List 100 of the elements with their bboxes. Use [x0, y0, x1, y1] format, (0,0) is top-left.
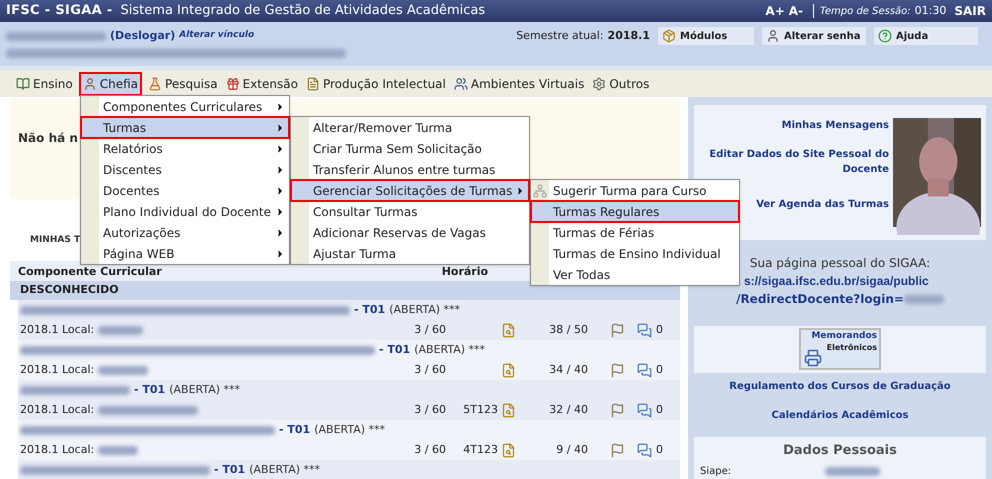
- semester-value: 2018.1: [608, 28, 650, 44]
- sitemap-icon: [533, 184, 547, 198]
- toolbar-button[interactable]: Ajuda: [874, 27, 978, 45]
- class-status: (ABERTA) ***: [414, 342, 486, 358]
- class-status: (ABERTA) ***: [249, 462, 320, 478]
- toolbar-button[interactable]: Alterar senha: [762, 27, 866, 45]
- menu-item[interactable]: Gerenciar Solicitações de Turmas: [291, 180, 529, 201]
- logout-link[interactable]: (Deslogar): [110, 28, 176, 44]
- people-icon: [454, 77, 468, 91]
- semester-label: Semestre atual:: [516, 28, 604, 44]
- messages-icon[interactable]: [637, 362, 652, 378]
- class-status: (ABERTA) ***: [169, 382, 240, 398]
- font-decrease-button[interactable]: A-: [788, 2, 804, 20]
- class-code-link[interactable]: - T01: [279, 422, 310, 438]
- edit-site-link[interactable]: Editar Dados do Site Pessoal do Docente: [699, 147, 889, 177]
- redacted-text: [904, 294, 944, 304]
- menu-bar-item[interactable]: Chefia: [78, 72, 142, 96]
- flag-icon[interactable]: [610, 402, 625, 418]
- schedule-cell-text: 4T123: [463, 442, 498, 458]
- menu-bar-item[interactable]: Extensão: [224, 72, 300, 96]
- menu-item[interactable]: Discentes: [81, 159, 289, 180]
- messages-icon[interactable]: [637, 322, 652, 338]
- group-header: DESCONHECIDO: [10, 281, 680, 300]
- menu-item[interactable]: Turmas de Ensino Individual: [531, 243, 739, 264]
- flag-icon[interactable]: [610, 322, 625, 338]
- class-period: 2018.1 Local:: [20, 322, 94, 338]
- page-url-link[interactable]: s://sigaa.ifsc.edu.br/sigaa/public: [744, 272, 929, 290]
- section-title: MINHAS T: [30, 234, 80, 246]
- workload-cell-text: 3 / 60: [413, 402, 446, 418]
- menu-item[interactable]: Ajustar Turma: [291, 243, 529, 264]
- menu-item[interactable]: Componentes Curriculares: [81, 96, 289, 117]
- menu-item[interactable]: Adicionar Reservas de Vagas: [291, 222, 529, 243]
- menu-item[interactable]: Docentes: [81, 180, 289, 201]
- notice-text: Não há n: [18, 130, 78, 147]
- page-label: Sua página pessoal do SIGAA:: [750, 255, 930, 272]
- menu-bar-item[interactable]: Pesquisa: [146, 72, 220, 96]
- schedule-icon[interactable]: [501, 362, 516, 378]
- schedule-icon[interactable]: [501, 322, 516, 338]
- calendars-link[interactable]: Calendários Acadêmicos: [772, 408, 908, 422]
- seats-cell-text: 34 / 40: [548, 362, 588, 378]
- class-status: (ABERTA) ***: [314, 422, 386, 438]
- messages-count: 0: [656, 362, 664, 378]
- page-url-link[interactable]: /RedirectDocente?login=: [736, 290, 904, 308]
- personal-data-title: Dados Pessoais: [782, 442, 898, 460]
- session-time: 01:30: [914, 2, 946, 19]
- menu-item[interactable]: Consultar Turmas: [291, 201, 529, 222]
- redacted-text: [98, 326, 144, 334]
- menu-item[interactable]: Relatórios: [81, 138, 289, 159]
- class-period: 2018.1 Local:: [20, 442, 94, 458]
- flag-icon[interactable]: [610, 362, 625, 378]
- messages-count: 0: [656, 402, 664, 418]
- logout-button[interactable]: SAIR: [954, 2, 986, 20]
- toolbar-button[interactable]: Módulos: [658, 27, 754, 45]
- redacted-text: [98, 366, 148, 374]
- messages-icon[interactable]: [637, 402, 652, 418]
- help-icon: [878, 29, 892, 43]
- menu-bar-item[interactable]: Ambientes Virtuais: [452, 72, 586, 96]
- workload-cell-text: 3 / 60: [413, 322, 446, 338]
- agenda-link[interactable]: Ver Agenda das Turmas: [756, 197, 889, 212]
- messages-link[interactable]: Minhas Mensagens: [782, 118, 889, 133]
- schedule-icon[interactable]: [501, 402, 516, 418]
- class-code-link[interactable]: - T01: [134, 382, 166, 398]
- menu-item[interactable]: Sugerir Turma para Curso: [531, 180, 739, 201]
- menu-item[interactable]: Página WEB: [81, 243, 289, 264]
- class-code-link[interactable]: - T01: [354, 302, 386, 318]
- session-label: Tempo de Sessão:: [820, 4, 911, 18]
- menu-item[interactable]: Autorizações: [81, 222, 289, 243]
- person-icon: [82, 77, 97, 91]
- menu-bar-item[interactable]: Outros: [590, 72, 652, 96]
- schedule-icon[interactable]: [501, 442, 516, 458]
- flask-icon: [148, 77, 162, 91]
- change-link-link[interactable]: Alterar vínculo: [179, 29, 254, 43]
- redacted-text: [98, 446, 138, 454]
- menu-item[interactable]: Criar Turma Sem Solicitação: [291, 138, 529, 159]
- class-period: 2018.1 Local:: [20, 362, 94, 378]
- class-code-link[interactable]: - T01: [214, 462, 246, 478]
- menu-item[interactable]: Transferir Alunos entre turmas: [291, 159, 529, 180]
- memo-button[interactable]: Memorandos Eletrônicos: [799, 328, 881, 370]
- menu-bar-item[interactable]: Produção Intelectual: [304, 72, 448, 96]
- menu-bar-item[interactable]: Ensino: [14, 72, 75, 96]
- flag-icon[interactable]: [610, 442, 625, 458]
- menu-item[interactable]: Alterar/Remover Turma: [291, 117, 529, 138]
- class-code-link[interactable]: - T01: [379, 342, 410, 358]
- redacted-text: [825, 467, 880, 476]
- workload-cell-text: 3 / 60: [413, 362, 446, 378]
- menu-item[interactable]: Turmas Regulares: [531, 201, 739, 222]
- printer-icon: [804, 349, 822, 368]
- gear-icon: [592, 77, 606, 91]
- package-icon: [662, 29, 676, 43]
- regulations-link[interactable]: Regulamento dos Cursos de Graduação: [729, 378, 951, 394]
- column-header: Horário: [442, 264, 488, 280]
- menu-item[interactable]: Plano Individual do Docente: [81, 201, 289, 222]
- messages-icon[interactable]: [637, 442, 652, 458]
- font-increase-button[interactable]: A+: [765, 2, 785, 20]
- menu-item[interactable]: Turmas de Férias: [531, 222, 739, 243]
- column-header: Componente Curricular: [18, 264, 162, 280]
- workload-cell-text: 3 / 60: [413, 442, 446, 458]
- messages-count: 0: [656, 442, 664, 458]
- gift-icon: [226, 77, 240, 91]
- menu-item[interactable]: Turmas: [81, 117, 289, 138]
